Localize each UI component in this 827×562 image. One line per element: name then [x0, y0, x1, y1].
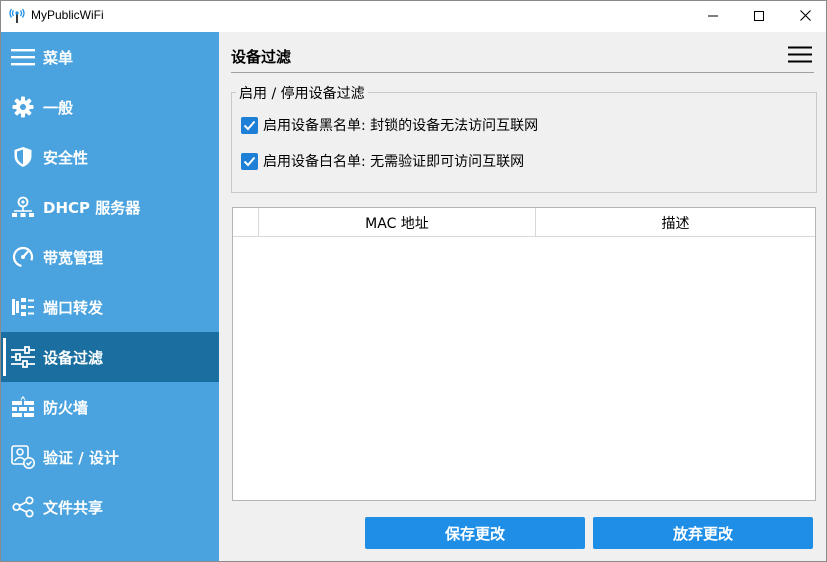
whitelist-label: 启用设备白名单: 无需验证即可访问互联网	[263, 154, 525, 170]
antenna-icon	[9, 8, 25, 24]
blacklist-option[interactable]: 启用设备黑名单: 封锁的设备无法访问互联网	[241, 115, 801, 135]
sidebar-item-menu[interactable]: 菜单	[1, 32, 219, 82]
sidebar-item-bandwidth[interactable]: 带宽管理	[1, 232, 219, 282]
blacklist-checkbox[interactable]	[241, 116, 258, 134]
sidebar-item-label: 防火墙	[43, 399, 89, 417]
close-icon	[799, 9, 811, 25]
port-icon	[11, 295, 35, 319]
sidebar-item-label: 菜单	[43, 49, 74, 67]
sidebar-item-port-forwarding[interactable]: 端口转发	[1, 282, 219, 332]
sidebar-item-general[interactable]: 一般	[1, 82, 219, 132]
gear-icon	[11, 95, 35, 119]
save-button[interactable]: 保存更改	[365, 517, 585, 549]
sidebar-item-security[interactable]: 安全性	[1, 132, 219, 182]
sliders-icon	[11, 345, 35, 369]
sidebar-item-label: 文件共享	[43, 499, 104, 517]
minimize-button[interactable]	[690, 1, 736, 32]
title-bar: MyPublicWiFi	[1, 1, 826, 32]
sidebar-item-label: 验证 / 设计	[43, 449, 119, 467]
hamburger-icon	[11, 45, 35, 69]
sidebar-item-device-filter[interactable]: 设备过滤	[1, 332, 219, 382]
user-check-icon	[11, 445, 35, 469]
share-icon	[11, 495, 35, 519]
firewall-icon	[11, 395, 35, 419]
sidebar-item-label: 一般	[43, 99, 74, 117]
shield-icon	[11, 145, 35, 169]
hamburger-icon	[788, 46, 812, 68]
device-table[interactable]: MAC 地址 描述	[232, 207, 816, 501]
page-title: 设备过滤	[231, 48, 292, 66]
sidebar-item-label: 安全性	[43, 149, 89, 167]
discard-button[interactable]: 放弃更改	[593, 517, 813, 549]
whitelist-checkbox[interactable]	[241, 152, 258, 170]
maximize-button[interactable]	[736, 1, 782, 32]
network-icon	[11, 195, 35, 219]
whitelist-option[interactable]: 启用设备白名单: 无需验证即可访问互联网	[241, 151, 801, 171]
close-button[interactable]	[782, 1, 826, 32]
sidebar-item-label: 带宽管理	[43, 249, 104, 267]
title-divider	[231, 72, 814, 73]
device-filter-groupbox: 启用 / 停用设备过滤 启用设备黑名单: 封锁的设备无法访问互联网 启用设备白名…	[231, 83, 817, 193]
sidebar-item-file-sharing[interactable]: 文件共享	[1, 482, 219, 532]
sidebar: 菜单 一般 安全性 DHCP 服务器 带宽管理 端口转发 设备过滤 防火墙 验证…	[1, 32, 219, 561]
blacklist-label: 启用设备黑名单: 封锁的设备无法访问互联网	[263, 118, 539, 134]
app-window: MyPublicWiFi 菜单 一般 安全性 DHCP 服务器 带宽管理 端口转…	[0, 0, 827, 562]
sidebar-item-label: DHCP 服务器	[43, 199, 141, 217]
maximize-icon	[754, 9, 764, 25]
groupbox-legend: 启用 / 停用设备过滤	[236, 83, 368, 103]
hamburger-menu-button[interactable]	[788, 46, 812, 64]
main-panel: 设备过滤 启用 / 停用设备过滤 启用设备黑名单: 封锁的设备无法访问互联网 启…	[219, 32, 826, 561]
table-header: MAC 地址 描述	[233, 208, 815, 237]
sidebar-item-dhcp[interactable]: DHCP 服务器	[1, 182, 219, 232]
speedometer-icon	[11, 245, 35, 269]
column-header-mac-address[interactable]: MAC 地址	[259, 208, 536, 237]
sidebar-item-label: 设备过滤	[43, 349, 104, 367]
minimize-icon	[708, 9, 718, 25]
sidebar-item-auth-design[interactable]: 验证 / 设计	[1, 432, 219, 482]
column-header-description[interactable]: 描述	[536, 208, 815, 237]
window-title: MyPublicWiFi	[31, 8, 104, 22]
sidebar-item-label: 端口转发	[43, 299, 104, 317]
sidebar-item-firewall[interactable]: 防火墙	[1, 382, 219, 432]
column-header-select[interactable]	[233, 208, 259, 237]
